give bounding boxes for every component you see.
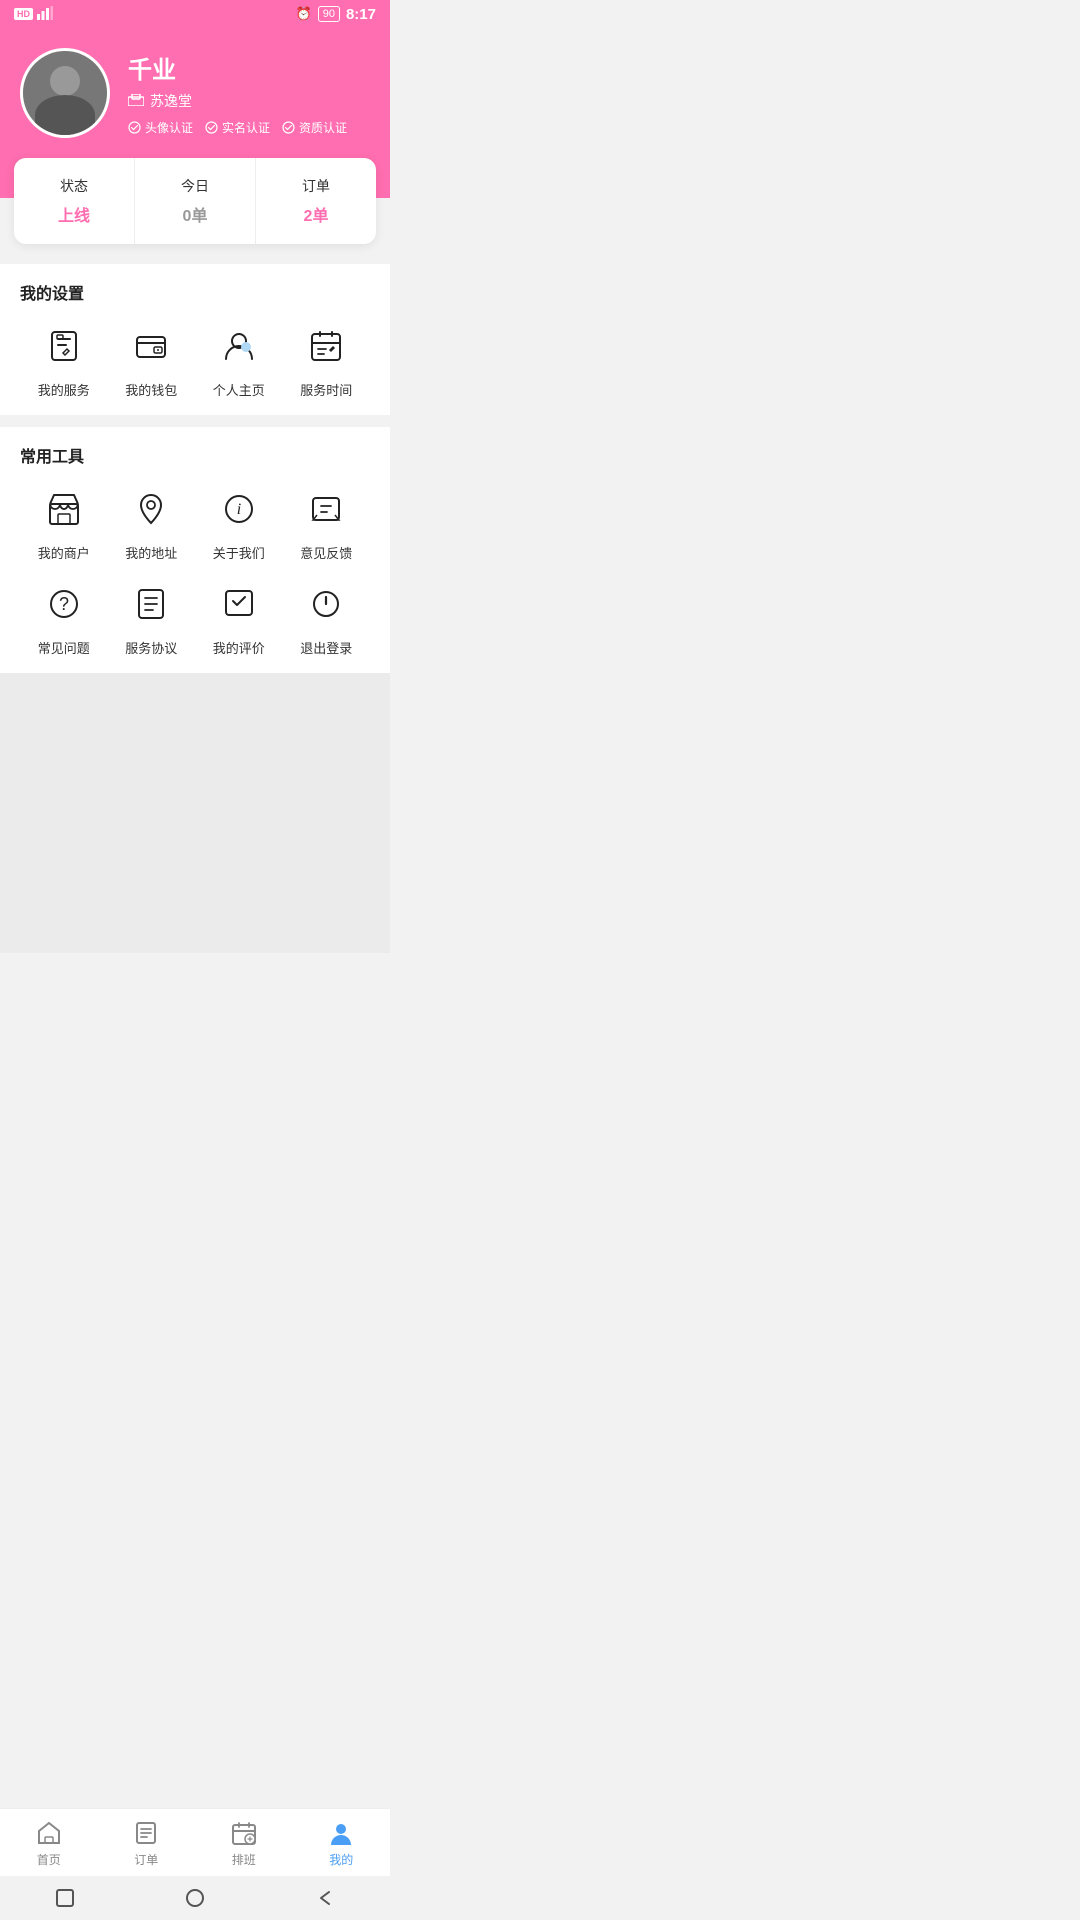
my-service-label: 我的服务 (38, 380, 90, 399)
nav-orders[interactable]: 订单 (98, 1809, 196, 1876)
bottom-nav: 首页 订单 排班 我的 (0, 1808, 390, 1876)
store-tag-icon (128, 93, 144, 109)
my-address-item[interactable]: 我的地址 (108, 483, 196, 562)
service-time-item[interactable]: 服务时间 (283, 320, 371, 399)
service-agreement-label: 服务协议 (125, 638, 177, 657)
my-review-item[interactable]: 我的评价 (195, 578, 283, 657)
badge-avatar: 头像认证 (128, 119, 193, 136)
hd-badge: HD (14, 8, 33, 20)
about-us-icon: i (213, 483, 265, 535)
my-address-icon (125, 483, 177, 535)
status-bar: HD ⏰ 90 8:17 (0, 0, 390, 28)
my-settings-title: 我的设置 (20, 280, 370, 304)
profile-info: 千业 苏逸堂 头像认证 (128, 50, 370, 136)
feedback-item[interactable]: 意见反馈 (283, 483, 371, 562)
my-review-label: 我的评价 (213, 638, 265, 657)
my-wallet-item[interactable]: 我的钱包 (108, 320, 196, 399)
faq-item[interactable]: ? 常见问题 (20, 578, 108, 657)
status-bar-right: ⏰ 90 8:17 (296, 6, 376, 23)
nav-square-btn[interactable] (54, 1887, 76, 1909)
stat-orders: 订单 2单 (256, 158, 376, 244)
nav-schedule-label: 排班 (232, 1851, 256, 1868)
status-bar-left: HD (14, 6, 53, 23)
stat-today: 今日 0单 (135, 158, 256, 244)
personal-page-label: 个人主页 (213, 380, 265, 399)
store-name: 苏逸堂 (150, 91, 192, 111)
time-display: 8:17 (346, 6, 376, 23)
profile-name: 千业 (128, 50, 370, 85)
alarm-icon: ⏰ (296, 6, 312, 22)
personal-page-item[interactable]: 个人主页 (195, 320, 283, 399)
svg-text:?: ? (59, 594, 69, 614)
badge-qualification: 资质认证 (282, 119, 347, 136)
profile-badges: 头像认证 实名认证 资质认证 (128, 119, 370, 136)
nav-schedule[interactable]: 排班 (195, 1809, 293, 1876)
my-merchant-icon (38, 483, 90, 535)
stat-status: 状态 上线 (14, 158, 135, 244)
stats-card: 状态 上线 今日 0单 订单 2单 (14, 158, 376, 244)
network-signal (37, 6, 53, 23)
nav-back-btn[interactable] (314, 1887, 336, 1909)
my-settings-section: 我的设置 我的服务 (0, 264, 390, 415)
logout-label: 退出登录 (300, 638, 352, 657)
system-nav-bar (0, 1876, 390, 1920)
about-us-item[interactable]: i 关于我们 (195, 483, 283, 562)
avatar (20, 48, 110, 138)
nav-mine[interactable]: 我的 (293, 1809, 391, 1876)
my-address-label: 我的地址 (125, 543, 177, 562)
feedback-icon (300, 483, 352, 535)
service-time-label: 服务时间 (300, 380, 352, 399)
common-tools-title: 常用工具 (20, 443, 370, 467)
gray-area (0, 673, 390, 953)
my-settings-grid: 我的服务 我的钱包 (20, 320, 370, 399)
my-wallet-icon (125, 320, 177, 372)
personal-page-icon (213, 320, 265, 372)
about-us-label: 关于我们 (213, 543, 265, 562)
service-time-icon (300, 320, 352, 372)
common-tools-section: 常用工具 我的商户 (0, 427, 390, 673)
badge-realname: 实名认证 (205, 119, 270, 136)
profile-store: 苏逸堂 (128, 91, 370, 111)
svg-text:i: i (237, 501, 241, 518)
feedback-label: 意见反馈 (300, 543, 352, 562)
my-wallet-label: 我的钱包 (125, 380, 177, 399)
faq-label: 常见问题 (38, 638, 90, 657)
my-merchant-item[interactable]: 我的商户 (20, 483, 108, 562)
nav-orders-label: 订单 (134, 1851, 158, 1868)
common-tools-grid: 我的商户 我的地址 i (20, 483, 370, 657)
nav-home-label: 首页 (37, 1851, 61, 1868)
service-agreement-item[interactable]: 服务协议 (108, 578, 196, 657)
faq-icon: ? (38, 578, 90, 630)
my-service-icon (38, 320, 90, 372)
nav-mine-label: 我的 (329, 1851, 353, 1868)
logout-icon (300, 578, 352, 630)
logout-item[interactable]: 退出登录 (283, 578, 371, 657)
nav-circle-btn[interactable] (184, 1887, 206, 1909)
my-merchant-label: 我的商户 (38, 543, 90, 562)
my-service-item[interactable]: 我的服务 (20, 320, 108, 399)
my-review-icon (213, 578, 265, 630)
battery-indicator: 90 (318, 6, 340, 22)
service-agreement-icon (125, 578, 177, 630)
nav-home[interactable]: 首页 (0, 1809, 98, 1876)
